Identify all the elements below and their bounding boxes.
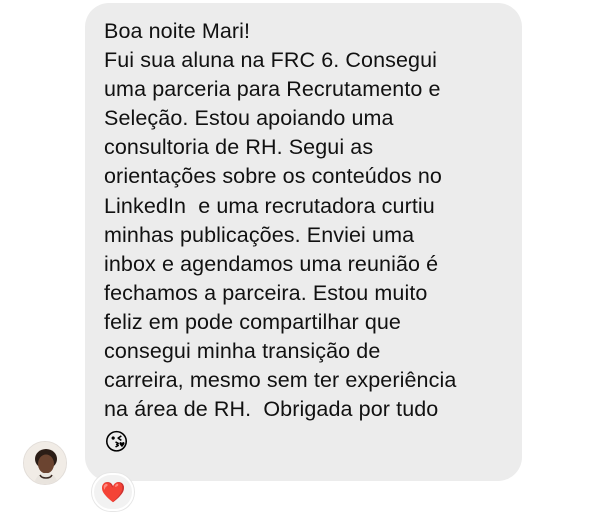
message-bubble[interactable]: Boa noite Mari! Fui sua aluna na FRC 6. … [85, 3, 522, 481]
message-line: orientações sobre os conteúdos no [104, 164, 442, 189]
message-line: Fui sua aluna na FRC 6. Consegui [104, 48, 438, 73]
message-line: feliz em pode compartilhar que [104, 309, 401, 334]
avatar[interactable] [23, 441, 67, 485]
message-line: uma parceria para Recrutamento e [104, 77, 441, 102]
message-line: inbox e agendamos uma reunião é [104, 251, 439, 276]
message-line: na área de RH. Obrigada por tudo [104, 397, 439, 422]
message-line: Seleção. Estou apoiando uma [104, 106, 394, 131]
avatar-icon [24, 442, 66, 484]
message-line: LinkedIn e uma recrutadora curtiu [104, 193, 435, 218]
message-line: consultoria de RH. Segui as [104, 135, 374, 160]
message-line: fechamos a parceira. Estou muito [104, 280, 428, 305]
message-line: consegui minha transição de [104, 339, 381, 364]
face-blowing-kiss-icon: 😘 [104, 428, 130, 457]
message-line: minhas publicações. Enviei uma [104, 222, 415, 247]
message-line: Boa noite Mari! [104, 19, 251, 43]
heart-reaction[interactable]: ❤️ [92, 473, 134, 511]
message-line: carreira, mesmo sem ter experiência [104, 368, 457, 393]
heart-icon: ❤️ [100, 480, 126, 504]
